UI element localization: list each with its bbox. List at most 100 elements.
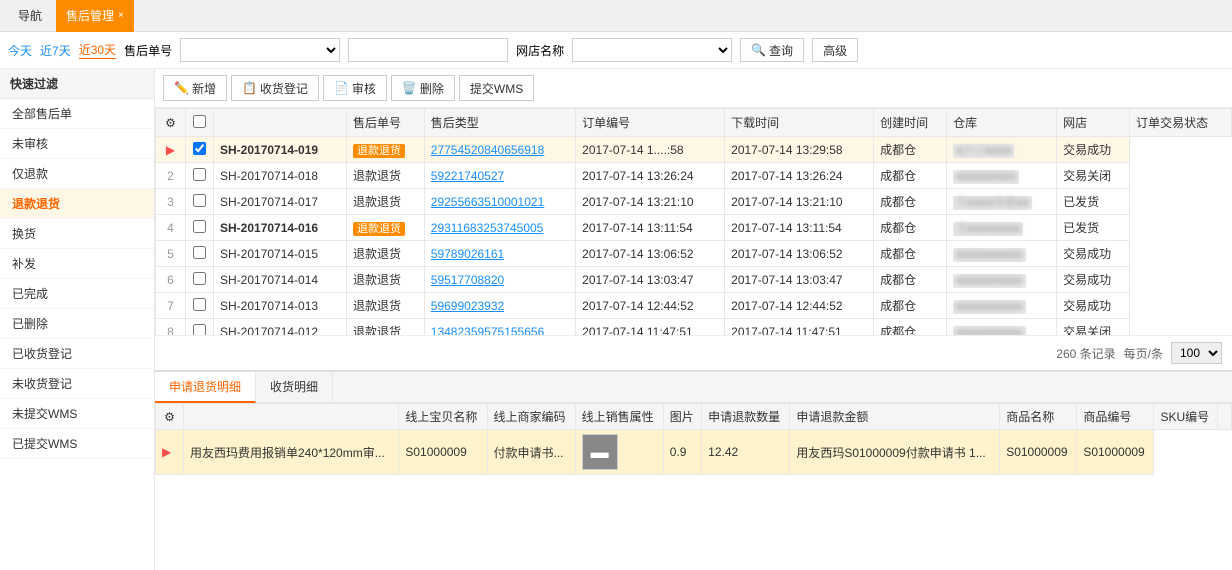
- row-number: 6: [156, 267, 186, 293]
- row-checkbox[interactable]: [193, 168, 206, 181]
- table-row[interactable]: ▶SH-20170714-019退款退货27754520840656918201…: [156, 137, 1232, 163]
- created-time: 2017-07-14 13:06:52: [725, 241, 874, 267]
- order-number[interactable]: 59699023932: [424, 293, 575, 319]
- select-all-checkbox[interactable]: [193, 115, 206, 128]
- search-input[interactable]: [348, 38, 508, 62]
- col-header-0: [186, 109, 214, 137]
- sidebar-item[interactable]: 已提交WMS: [0, 429, 154, 459]
- after-sale-type: 退款退货: [346, 241, 424, 267]
- tab-close-icon[interactable]: ×: [118, 10, 124, 21]
- row-number: 5: [156, 241, 186, 267]
- shop-name-select[interactable]: [572, 38, 732, 62]
- 30days-btn[interactable]: 近30天: [79, 41, 116, 59]
- bottom-cell-extra-0: 0.9: [663, 430, 701, 475]
- shop: 苏■■■■■■■■: [947, 215, 1057, 241]
- created-time: 2017-07-14 13:29:58: [725, 137, 874, 163]
- sidebar-item[interactable]: 仅退款: [0, 159, 154, 189]
- table-row[interactable]: 4SH-20170714-016退款退货29311683253745005201…: [156, 215, 1232, 241]
- table-row[interactable]: 8SH-20170714-012退款退货13482359575155656201…: [156, 319, 1232, 336]
- sidebar-item[interactable]: 已收货登记: [0, 339, 154, 369]
- sidebar-item[interactable]: 未提交WMS: [0, 399, 154, 429]
- submit-wms-button[interactable]: 提交WMS: [459, 75, 534, 101]
- review-icon: 📄: [334, 81, 349, 95]
- order-number[interactable]: 27754520840656918: [424, 137, 575, 163]
- bottom-play-icon[interactable]: ▶: [156, 430, 184, 475]
- order-number[interactable]: 29311683253745005: [424, 215, 575, 241]
- row-checkbox[interactable]: [193, 324, 206, 336]
- search-icon: 🔍: [751, 43, 766, 57]
- sidebar-item[interactable]: 未收货登记: [0, 369, 154, 399]
- col-header-5: 下载时间: [725, 109, 874, 137]
- after-sale-type: 退款退货: [346, 137, 424, 163]
- table-row[interactable]: 3SH-20170714-017退款退货29255663510001021201…: [156, 189, 1232, 215]
- advanced-button[interactable]: 高级: [812, 38, 858, 62]
- table-row[interactable]: 6SH-20170714-014退款退货595177088202017-07-1…: [156, 267, 1232, 293]
- order-status: 交易成功: [1057, 267, 1130, 293]
- bottom-gear-icon[interactable]: ⚙: [156, 404, 184, 430]
- sidebar-item[interactable]: 未审核: [0, 129, 154, 159]
- record-count: 260 条记录: [1056, 345, 1115, 362]
- order-status: 交易关闭: [1057, 319, 1130, 336]
- order-number[interactable]: 29255663510001021: [424, 189, 575, 215]
- row-checkbox[interactable]: [193, 298, 206, 311]
- after-sale-id: SH-20170714-017: [214, 189, 347, 215]
- per-page-select[interactable]: 100 50 20: [1171, 342, 1222, 364]
- bottom-tab[interactable]: 申请退货明细: [155, 372, 256, 403]
- row-checkbox[interactable]: [193, 246, 206, 259]
- bottom-cell-2: 付款申请书...: [487, 430, 575, 475]
- bottom-col-header-1: 线上宝贝名称: [399, 404, 487, 430]
- new-button[interactable]: ✏️ 新增: [163, 75, 227, 101]
- delete-icon: 🗑️: [402, 81, 417, 95]
- after-sale-type: 退款退货: [346, 293, 424, 319]
- col-header-3: 售后类型: [424, 109, 575, 137]
- receive-button[interactable]: 📋 收货登记: [231, 75, 319, 101]
- sidebar-item[interactable]: 全部售后单: [0, 99, 154, 129]
- col-header-4: 订单编号: [576, 109, 725, 137]
- pagination: 260 条记录 每页/条 100 50 20: [155, 335, 1232, 370]
- sidebar-item[interactable]: 已删除: [0, 309, 154, 339]
- 7days-btn[interactable]: 近7天: [40, 42, 71, 59]
- table-row[interactable]: 7SH-20170714-013退款退货596990239322017-07-1…: [156, 293, 1232, 319]
- table-row[interactable]: 2SH-20170714-018退款退货592217405272017-07-1…: [156, 163, 1232, 189]
- bottom-col-header-3: 线上销售属性: [575, 404, 663, 430]
- today-btn[interactable]: 今天: [8, 42, 32, 59]
- sidebar-item[interactable]: 退款退货: [0, 189, 154, 219]
- main-table-wrap: ⚙售后单号售后类型订单编号下载时间创建时间仓库网店订单交易状态 ▶SH-2017…: [155, 108, 1232, 335]
- col-header-6: 创建时间: [874, 109, 947, 137]
- row-checkbox[interactable]: [193, 272, 206, 285]
- review-button[interactable]: 📄 审核: [323, 75, 387, 101]
- after-sale-no-select[interactable]: [180, 38, 340, 62]
- search-button[interactable]: 🔍 查询: [740, 38, 804, 62]
- order-status: 已发货: [1057, 215, 1130, 241]
- order-number[interactable]: 59221740527: [424, 163, 575, 189]
- after-sale-id: SH-20170714-016: [214, 215, 347, 241]
- after-sale-type: 退款退货: [346, 267, 424, 293]
- shop: 苏■■■■寿藏■■: [947, 189, 1057, 215]
- bottom-table-row[interactable]: ▶用友西玛费用报销单240*120mm审...S01000009付款申请书...…: [156, 430, 1232, 475]
- sidebar-item[interactable]: 补发: [0, 249, 154, 279]
- row-checkbox-cell: [186, 189, 214, 215]
- sidebar-item[interactable]: 换货: [0, 219, 154, 249]
- bottom-tab[interactable]: 收货明细: [256, 372, 333, 402]
- gear-icon[interactable]: ⚙: [156, 109, 186, 137]
- col-header-8: 网店: [1057, 109, 1130, 137]
- row-checkbox[interactable]: [193, 194, 206, 207]
- row-checkbox[interactable]: [193, 220, 206, 233]
- row-checkbox[interactable]: [193, 142, 206, 155]
- download-time: 2017-07-14 11:47:51: [576, 319, 725, 336]
- order-number[interactable]: 59789026161: [424, 241, 575, 267]
- top-nav: 导航 售后管理 ×: [0, 0, 1232, 32]
- after-sale-tab[interactable]: 售后管理 ×: [56, 0, 134, 32]
- play-icon[interactable]: ▶: [166, 143, 175, 157]
- order-status: 交易成功: [1057, 241, 1130, 267]
- delete-button[interactable]: 🗑️ 删除: [391, 75, 455, 101]
- bottom-table: ⚙线上宝贝名称线上商家编码线上销售属性图片申请退款数量申请退款金额商品名称商品编…: [155, 403, 1232, 475]
- after-sale-id: SH-20170714-012: [214, 319, 347, 336]
- sidebar-item[interactable]: 已完成: [0, 279, 154, 309]
- col-header-9: 订单交易状态: [1130, 109, 1232, 137]
- order-number[interactable]: 13482359575155656: [424, 319, 575, 336]
- nav-label[interactable]: 导航: [8, 0, 52, 32]
- order-number[interactable]: 59517708820: [424, 267, 575, 293]
- sidebar: 快速过滤 全部售后单未审核仅退款退款退货换货补发已完成已删除已收货登记未收货登记…: [0, 69, 155, 570]
- table-row[interactable]: 5SH-20170714-015退款退货597890261612017-07-1…: [156, 241, 1232, 267]
